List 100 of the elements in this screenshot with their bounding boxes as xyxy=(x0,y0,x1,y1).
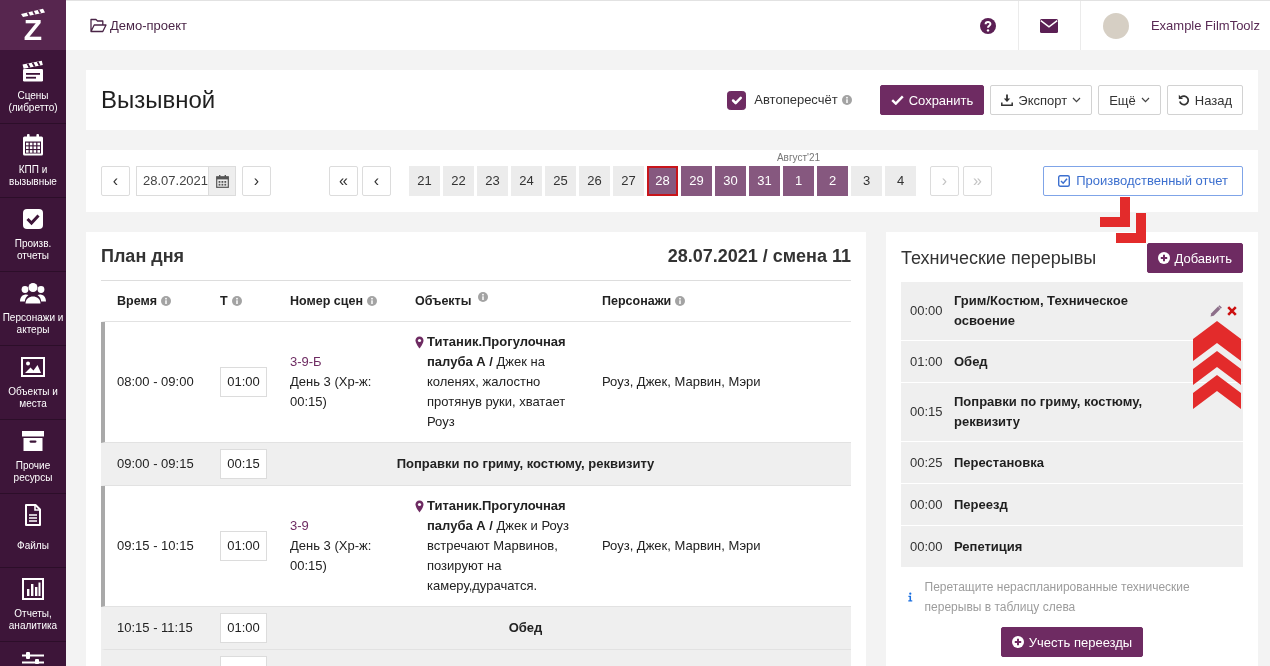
cross-icon[interactable] xyxy=(1227,306,1237,316)
scene-link[interactable]: 3-9 xyxy=(290,516,405,536)
time-range: 09:00 - 09:15 xyxy=(116,455,195,474)
day-button[interactable]: 25 xyxy=(545,166,576,196)
project-link[interactable]: Демо-проект xyxy=(90,1,188,50)
next-date-button[interactable]: › xyxy=(242,166,271,196)
report-button[interactable]: Производственный отчет xyxy=(1043,166,1243,196)
time-range: 09:15 - 10:15 xyxy=(116,537,195,555)
day-button[interactable]: 24 xyxy=(511,166,542,196)
duration-field[interactable] xyxy=(220,656,267,666)
sidebar-item[interactable]: Прочие ресурсы xyxy=(0,420,66,494)
info-icon xyxy=(675,296,686,306)
time-range: 08:00 - 09:00 xyxy=(116,373,195,391)
day-button[interactable]: 21 xyxy=(409,166,440,196)
check-icon xyxy=(890,95,904,105)
prev-page-button[interactable]: ‹ xyxy=(362,166,391,196)
info-icon xyxy=(478,291,489,302)
plus-circle-icon xyxy=(1011,636,1024,648)
image-icon xyxy=(21,356,45,378)
break-item[interactable]: 00:00 Репетиция xyxy=(901,526,1243,567)
autorecalc-label[interactable]: Автопересчёт xyxy=(754,90,838,110)
first-page-button[interactable]: « xyxy=(329,166,358,196)
plus-circle-icon xyxy=(1157,252,1170,264)
column-header: Персонажи xyxy=(602,292,672,310)
check-square-icon xyxy=(1058,175,1071,187)
scene-link[interactable]: 3-9-Б xyxy=(290,352,405,372)
break-duration: 01:00 xyxy=(910,352,944,371)
break-row[interactable]: 10:15 - 11:15 01:00 Обед xyxy=(101,607,851,650)
back-button[interactable]: Назад xyxy=(1166,85,1243,115)
chevron-arrow-icon xyxy=(1100,197,1146,243)
day-button[interactable]: 3 xyxy=(851,166,882,196)
sliders-icon[interactable] xyxy=(21,652,45,664)
column-header: Номер сцен xyxy=(290,292,363,310)
day-button[interactable]: 23 xyxy=(477,166,508,196)
info-letter-icon xyxy=(908,591,913,603)
plan-title: План дня xyxy=(101,244,185,268)
break-duration: 00:25 xyxy=(910,453,944,472)
document-icon xyxy=(23,504,43,526)
break-name: Поправки по гриму, костюму, реквизиту xyxy=(954,393,1144,431)
folder-icon xyxy=(90,18,107,33)
info-icon xyxy=(161,296,171,306)
pencil-icon[interactable] xyxy=(1210,305,1222,317)
scene-info: День 3 (Хр-ж: 00:15) xyxy=(290,537,373,575)
day-button[interactable]: 28 xyxy=(647,166,678,196)
duration-field[interactable]: 01:00 xyxy=(220,531,267,561)
scene-description: Титаник.Прогулочная палуба А / Джек на коленях, жалостно протянув руки, хватает Роуз xyxy=(427,333,567,431)
envelope-icon[interactable] xyxy=(1040,18,1059,33)
day-button[interactable]: 26 xyxy=(579,166,610,196)
day-button[interactable]: 1 xyxy=(783,166,814,196)
day-button[interactable]: 22 xyxy=(443,166,474,196)
autorecalc-checkbox[interactable] xyxy=(727,90,747,110)
day-button[interactable]: 29 xyxy=(681,166,712,196)
sidebar-item[interactable]: Объекты и места xyxy=(0,346,66,420)
clapper-stick-icon xyxy=(20,8,46,17)
day-button[interactable]: 30 xyxy=(715,166,746,196)
day-button[interactable]: 31 xyxy=(749,166,780,196)
add-button[interactable]: Добавить xyxy=(1146,243,1243,273)
break-item[interactable]: 01:00 Обед xyxy=(901,341,1243,382)
sidebar-item[interactable]: Персонажи и актеры xyxy=(0,272,66,346)
help-icon[interactable] xyxy=(979,17,996,34)
scene-description: Титаник.Прогулочная палуба А / Джек и Роуз встречают Марвинов, позируют на камеру,дурачатся. xyxy=(427,497,571,595)
calendar-button[interactable] xyxy=(208,166,236,196)
day-button[interactable]: 27 xyxy=(613,166,644,196)
save-button[interactable]: Сохранить xyxy=(879,85,985,115)
duration-field[interactable]: 01:00 xyxy=(220,367,267,397)
column-header: Объекты xyxy=(415,292,472,310)
sidebar-item[interactable]: Отчеты, аналитика xyxy=(0,568,66,642)
caret-icon xyxy=(1072,97,1082,103)
sidebar-item[interactable]: Сцены (либретто) xyxy=(0,50,66,124)
characters-text: Роуз, Джек, Марвин, Мэри xyxy=(601,373,762,391)
info-icon xyxy=(841,95,852,105)
duration-field[interactable]: 01:00 xyxy=(220,613,267,643)
break-item[interactable]: 00:25 Перестановка xyxy=(901,442,1243,483)
people-icon xyxy=(20,282,46,304)
chevron-arrow-icon xyxy=(1193,321,1241,409)
calendar-icon xyxy=(22,134,44,156)
hint-text: Перетащите нераспланированные технические перерывы в таблицу слева xyxy=(924,579,1191,616)
day-button[interactable]: 4 xyxy=(885,166,916,196)
break-duration: 00:00 xyxy=(910,495,944,514)
sidebar-item[interactable]: КПП и вызывные xyxy=(0,124,66,198)
clapperboard-icon xyxy=(21,60,45,82)
break-name: Переезд xyxy=(954,495,1009,514)
logo-text: Z xyxy=(23,17,43,42)
user-name[interactable]: Example FilmToolz xyxy=(1150,15,1260,36)
break-item[interactable]: 00:00 Переезд xyxy=(901,484,1243,525)
scene-info: День 3 (Хр-ж: 00:15) xyxy=(290,373,373,411)
prev-date-button[interactable]: ‹ xyxy=(101,166,130,196)
include-moves-button[interactable]: Учесть переезды xyxy=(1000,627,1144,657)
break-duration: 00:15 xyxy=(910,403,944,421)
undo-icon xyxy=(1177,94,1190,106)
more-button[interactable]: Ещё xyxy=(1098,85,1161,115)
plan-date: 28.07.2021 / смена 11 xyxy=(667,244,851,268)
day-button[interactable]: 2 xyxy=(817,166,848,196)
break-item[interactable]: 00:15 Поправки по гриму, костюму, реквизиту xyxy=(901,383,1243,441)
break-row[interactable]: 09:00 - 09:15 00:15 Поправки по гриму, костюму, реквизиту xyxy=(101,443,851,486)
duration-field[interactable]: 00:15 xyxy=(220,449,267,479)
export-button[interactable]: Экспорт xyxy=(990,85,1093,115)
break-title: Обед xyxy=(507,619,544,638)
sidebar-item[interactable]: Файлы xyxy=(0,494,66,568)
sidebar-item[interactable]: Произв. отчеты xyxy=(0,198,66,272)
